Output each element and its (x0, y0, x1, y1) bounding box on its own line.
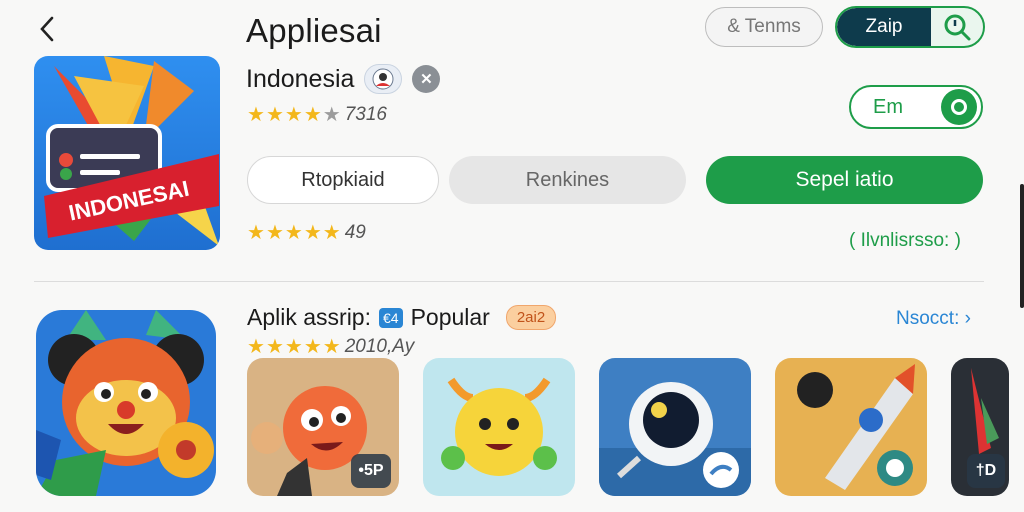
divider (34, 281, 984, 282)
gray-button[interactable]: Renkines (449, 156, 686, 204)
section-link-label: Nsocct: (896, 308, 965, 329)
em-toggle[interactable]: Em (849, 85, 983, 129)
terms-button[interactable]: & Tenms (705, 7, 823, 47)
toggle-label: Em (873, 95, 903, 118)
thumbnail-badge: •5P (351, 454, 391, 488)
star-icon: ★ (284, 336, 303, 358)
star-icon: ★ (322, 222, 341, 244)
scrollbar[interactable] (1020, 184, 1024, 308)
app-thumbnail[interactable]: •5P (247, 358, 399, 496)
section-rating: ★ ★ ★ ★ ★ 2010,Ay (247, 336, 414, 358)
search-icon[interactable] (931, 8, 983, 46)
developer-avatar-icon[interactable] (364, 64, 403, 94)
star-icon: ★ (303, 336, 322, 358)
section-popular-label: Popular (410, 304, 490, 330)
star-rating: ★ ★ ★ ★ ★ (247, 105, 341, 125)
subtitle-row: Indonesia ✕ (246, 64, 441, 94)
section-header: Aplik assrip: €4 Popular 2ai2 (247, 304, 557, 331)
star-rating: ★ ★ ★ ★ ★ (247, 223, 341, 243)
section-badge: 2ai2 (505, 305, 557, 330)
star-icon: ★ (265, 104, 284, 126)
section-more-link[interactable]: Nsocct: › (896, 308, 971, 330)
search-toggle[interactable]: Zaip (835, 6, 985, 48)
back-chevron-icon[interactable] (34, 14, 60, 44)
star-icon: ★ (303, 222, 322, 244)
outline-button[interactable]: Rtopkiaid (247, 156, 439, 204)
star-rating: ★ ★ ★ ★ ★ (247, 337, 341, 357)
app-icon: INDONESAI (34, 56, 220, 250)
app-subtitle: Indonesia (246, 64, 355, 93)
rating-count: 2010,Ay (344, 336, 415, 357)
star-icon: ★ (322, 336, 341, 358)
rating-summary: ★ ★ ★ ★ ★ 7316 (247, 104, 387, 126)
section-app-icon[interactable] (36, 310, 216, 496)
rating-count: 7316 (344, 104, 387, 125)
app-thumbnail[interactable] (775, 358, 927, 496)
rating-summary-secondary: ★ ★ ★ ★ ★ 49 (247, 222, 366, 244)
star-icon: ★ (247, 336, 265, 358)
app-thumbnail[interactable] (599, 358, 751, 496)
rating-count: 49 (344, 222, 366, 243)
terms-label: & Tenms (727, 16, 801, 37)
app-store-page: INDONESAI Appliesai Indonesia ✕ ★ ★ ★ ★ ★ 73… (0, 0, 1024, 512)
app-thumbnail[interactable] (423, 358, 575, 496)
star-icon: ★ (322, 104, 341, 126)
star-icon: ★ (284, 222, 303, 244)
thumbnail-badge: †D (967, 454, 1005, 488)
star-icon: ★ (265, 222, 284, 244)
star-icon: ★ (247, 222, 265, 244)
section-tag: €4 (378, 307, 403, 328)
app-thumbnail[interactable]: †D (951, 358, 1009, 496)
seg-label: Zaip (837, 8, 931, 46)
close-icon[interactable]: ✕ (412, 65, 441, 93)
star-icon: ★ (284, 104, 303, 126)
section-title: Aplik assrip: (247, 304, 371, 330)
app-title: Appliesai (246, 12, 382, 49)
star-icon: ★ (247, 104, 265, 126)
app-thumbnails: •5P †D (247, 358, 1009, 496)
toggle-knob-icon (941, 89, 977, 125)
see-more-link[interactable]: ( Ilvnlisrsso: ) (849, 230, 961, 252)
chevron-right-icon: › (964, 308, 971, 329)
install-button[interactable]: Sepel iatio (706, 156, 983, 204)
star-icon: ★ (265, 336, 284, 358)
star-icon: ★ (303, 104, 322, 126)
